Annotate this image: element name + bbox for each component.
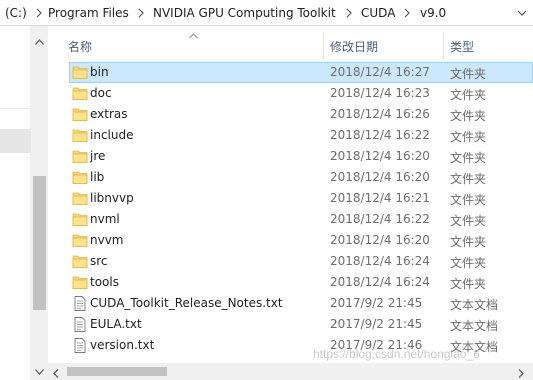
nav-divider	[0, 108, 31, 109]
file-row[interactable]: tools 2018/12/4 16:24 文件夹	[48, 272, 533, 293]
text-file-icon	[72, 338, 88, 353]
file-row[interactable]: include 2018/12/4 16:22 文件夹	[48, 125, 533, 146]
file-date: 2018/12/4 16:20	[330, 170, 430, 184]
address-bar[interactable]: (C:) Program Files NVIDIA GPU Computing …	[0, 0, 533, 26]
file-type: 文件夹	[450, 172, 487, 186]
file-type: 文件夹	[450, 235, 487, 249]
scroll-left-icon[interactable]	[53, 367, 59, 380]
file-type: 文件夹	[450, 193, 487, 207]
nav-scrollbar[interactable]	[31, 26, 48, 380]
breadcrumb-drive[interactable]: (C:)	[5, 5, 27, 21]
folder-icon	[72, 128, 88, 143]
folder-icon	[72, 233, 88, 248]
file-name: version.txt	[90, 338, 155, 352]
chevron-right-icon[interactable]	[136, 5, 146, 21]
file-type: 文件夹	[450, 88, 487, 102]
file-name: src	[90, 254, 108, 268]
navigation-pane[interactable]	[0, 26, 31, 380]
text-file-icon	[72, 317, 88, 332]
column-header-name[interactable]: 名称	[68, 38, 92, 55]
file-name: bin	[90, 65, 109, 79]
chevron-right-icon[interactable]	[344, 5, 354, 21]
folder-icon	[72, 212, 88, 227]
file-name: EULA.txt	[90, 317, 142, 331]
scroll-right-icon[interactable]	[518, 367, 524, 380]
column-header-bar: 名称 修改日期 类型	[48, 26, 533, 62]
column-header-type[interactable]: 类型	[450, 38, 474, 55]
file-name: extras	[90, 107, 128, 121]
file-date: 2018/12/4 16:22	[330, 128, 430, 142]
breadcrumb-program-files[interactable]: Program Files	[48, 5, 129, 21]
file-row[interactable]: CUDA_Toolkit_Release_Notes.txt 2017/9/2 …	[48, 293, 533, 314]
folder-icon	[72, 254, 88, 269]
file-name: CUDA_Toolkit_Release_Notes.txt	[90, 296, 283, 310]
scroll-down-icon[interactable]	[35, 364, 44, 378]
file-name: nvml	[90, 212, 120, 226]
file-date: 2018/12/4 16:24	[330, 254, 430, 268]
text-file-icon	[72, 296, 88, 311]
file-row[interactable]: extras 2018/12/4 16:26 文件夹	[48, 104, 533, 125]
folder-icon	[72, 170, 88, 185]
file-list: bin 2018/12/4 16:27 文件夹 doc 2018/12/4 16…	[48, 62, 533, 356]
file-date: 2018/12/4 16:20	[330, 233, 430, 247]
file-row[interactable]: doc 2018/12/4 16:23 文件夹	[48, 83, 533, 104]
file-type: 文件夹	[450, 67, 487, 81]
file-name: tools	[90, 275, 119, 289]
file-row[interactable]: EULA.txt 2017/9/2 21:45 文本文档	[48, 314, 533, 335]
scroll-up-icon[interactable]	[35, 34, 44, 48]
file-date: 2018/12/4 16:22	[330, 212, 430, 226]
file-name: nvvm	[90, 233, 124, 247]
watermark-text: https://blog.csdn.net/hongiao_6	[313, 347, 480, 361]
file-date: 2018/12/4 16:20	[330, 149, 430, 163]
chevron-right-icon[interactable]	[34, 5, 44, 21]
file-row[interactable]: nvml 2018/12/4 16:22 文件夹	[48, 209, 533, 230]
folder-icon	[72, 191, 88, 206]
breadcrumb-nvidia-toolkit[interactable]: NVIDIA GPU Computing Toolkit	[153, 5, 336, 21]
file-row[interactable]: bin 2018/12/4 16:27 文件夹	[48, 62, 533, 83]
file-date: 2018/12/4 16:27	[330, 65, 430, 79]
breadcrumb-cuda[interactable]: CUDA	[361, 5, 395, 21]
folder-icon	[72, 275, 88, 290]
file-type: 文件夹	[450, 151, 487, 165]
file-type: 文本文档	[450, 298, 499, 312]
chevron-right-icon[interactable]	[402, 5, 412, 21]
folder-icon	[72, 86, 88, 101]
file-date: 2018/12/4 16:26	[330, 107, 430, 121]
file-date: 2017/9/2 21:45	[330, 296, 423, 310]
file-type: 文件夹	[450, 256, 487, 270]
column-divider[interactable]	[443, 32, 444, 60]
file-type: 文件夹	[450, 130, 487, 144]
file-name: libnvvp	[90, 191, 134, 205]
file-row[interactable]: nvvm 2018/12/4 16:20 文件夹	[48, 230, 533, 251]
nav-scrollbar-thumb[interactable]	[33, 176, 46, 310]
column-header-date-modified[interactable]: 修改日期	[330, 38, 378, 55]
file-date: 2018/12/4 16:23	[330, 86, 430, 100]
file-date: 2018/12/4 16:21	[330, 191, 430, 205]
sort-ascending-icon	[189, 28, 198, 42]
file-date: 2017/9/2 21:45	[330, 317, 423, 331]
file-type: 文件夹	[450, 277, 487, 291]
file-name: include	[90, 128, 134, 142]
folder-icon	[72, 107, 88, 122]
file-row[interactable]: jre 2018/12/4 16:20 文件夹	[48, 146, 533, 167]
horizontal-scrollbar[interactable]	[48, 363, 533, 380]
chevron-down-icon[interactable]	[517, 5, 527, 21]
file-name: doc	[90, 86, 112, 100]
breadcrumb-v9[interactable]: v9.0	[420, 5, 446, 21]
file-row[interactable]: src 2018/12/4 16:24 文件夹	[48, 251, 533, 272]
column-divider[interactable]	[323, 32, 324, 60]
file-name: lib	[90, 170, 105, 184]
horizontal-scrollbar-thumb[interactable]	[67, 367, 167, 376]
nav-selected-item[interactable]	[0, 129, 31, 153]
folder-icon	[72, 65, 88, 80]
file-name: jre	[90, 149, 106, 163]
file-type: 文本文档	[450, 319, 499, 333]
file-row[interactable]: lib 2018/12/4 16:20 文件夹	[48, 167, 533, 188]
file-date: 2018/12/4 16:24	[330, 275, 430, 289]
file-row[interactable]: libnvvp 2018/12/4 16:21 文件夹	[48, 188, 533, 209]
folder-icon	[72, 149, 88, 164]
file-type: 文件夹	[450, 214, 487, 228]
file-type: 文件夹	[450, 109, 487, 123]
